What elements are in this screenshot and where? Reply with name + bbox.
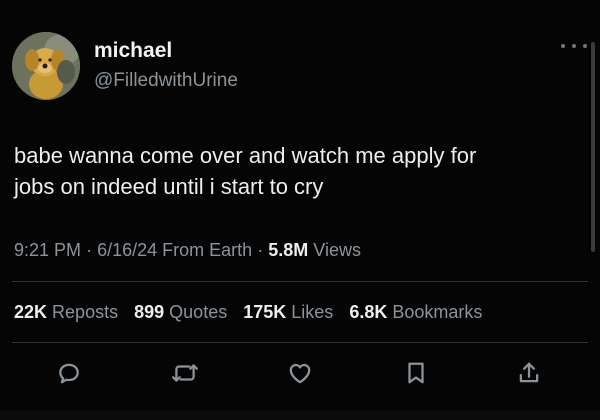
tweet-card: michael @FilledwithUrine babe wanna come… [0,0,600,420]
avatar[interactable] [12,32,80,100]
stat-label: Reposts [52,302,119,322]
reply-button[interactable] [54,358,84,388]
stat-count: 899 [134,302,165,322]
stat-count: 175K [243,302,287,322]
tweet-time[interactable]: 9:21 PM [14,240,81,260]
display-name[interactable]: michael [94,39,172,63]
repost-button[interactable] [170,358,200,388]
like-button[interactable] [285,358,315,388]
stat-reposts[interactable]: 22K Reposts [14,302,118,323]
meta-separator: · [257,240,264,260]
reply-icon [59,363,79,384]
divider [12,342,588,343]
tweet-date[interactable]: 6/16/24 [97,240,157,260]
repost-icon [172,364,198,382]
stat-count: 22K [14,302,48,322]
bottom-edge [0,410,600,420]
bookmark-icon [408,362,424,384]
user-handle[interactable]: @FilledwithUrine [94,70,238,92]
more-options-icon[interactable] [561,38,587,54]
views-count: 5.8M [268,240,309,260]
tweet-meta: 9:21 PM · 6/16/24 From Earth · 5.8M View… [14,240,361,261]
stat-label: Quotes [169,302,228,322]
divider [12,281,588,282]
meta-separator: · [86,240,93,260]
stat-likes[interactable]: 175K Likes [243,302,333,323]
scrollbar[interactable] [591,42,595,252]
stat-label: Likes [291,302,334,322]
views-label: Views [313,240,361,260]
share-button[interactable] [514,358,544,388]
tweet-text: babe wanna come over and watch me apply … [14,143,477,199]
stat-bookmarks[interactable]: 6.8K Bookmarks [349,302,482,323]
tweet-source: From Earth [162,240,253,260]
bookmark-button[interactable] [401,358,431,388]
stat-quotes[interactable]: 899 Quotes [134,302,227,323]
like-icon [289,363,311,384]
stat-count: 6.8K [349,302,388,322]
share-icon [519,362,539,383]
engagement-stats: 22K Reposts 899 Quotes 175K Likes 6.8K B… [14,302,482,323]
stat-label: Bookmarks [392,302,483,322]
avatar-dog-image [12,32,80,100]
